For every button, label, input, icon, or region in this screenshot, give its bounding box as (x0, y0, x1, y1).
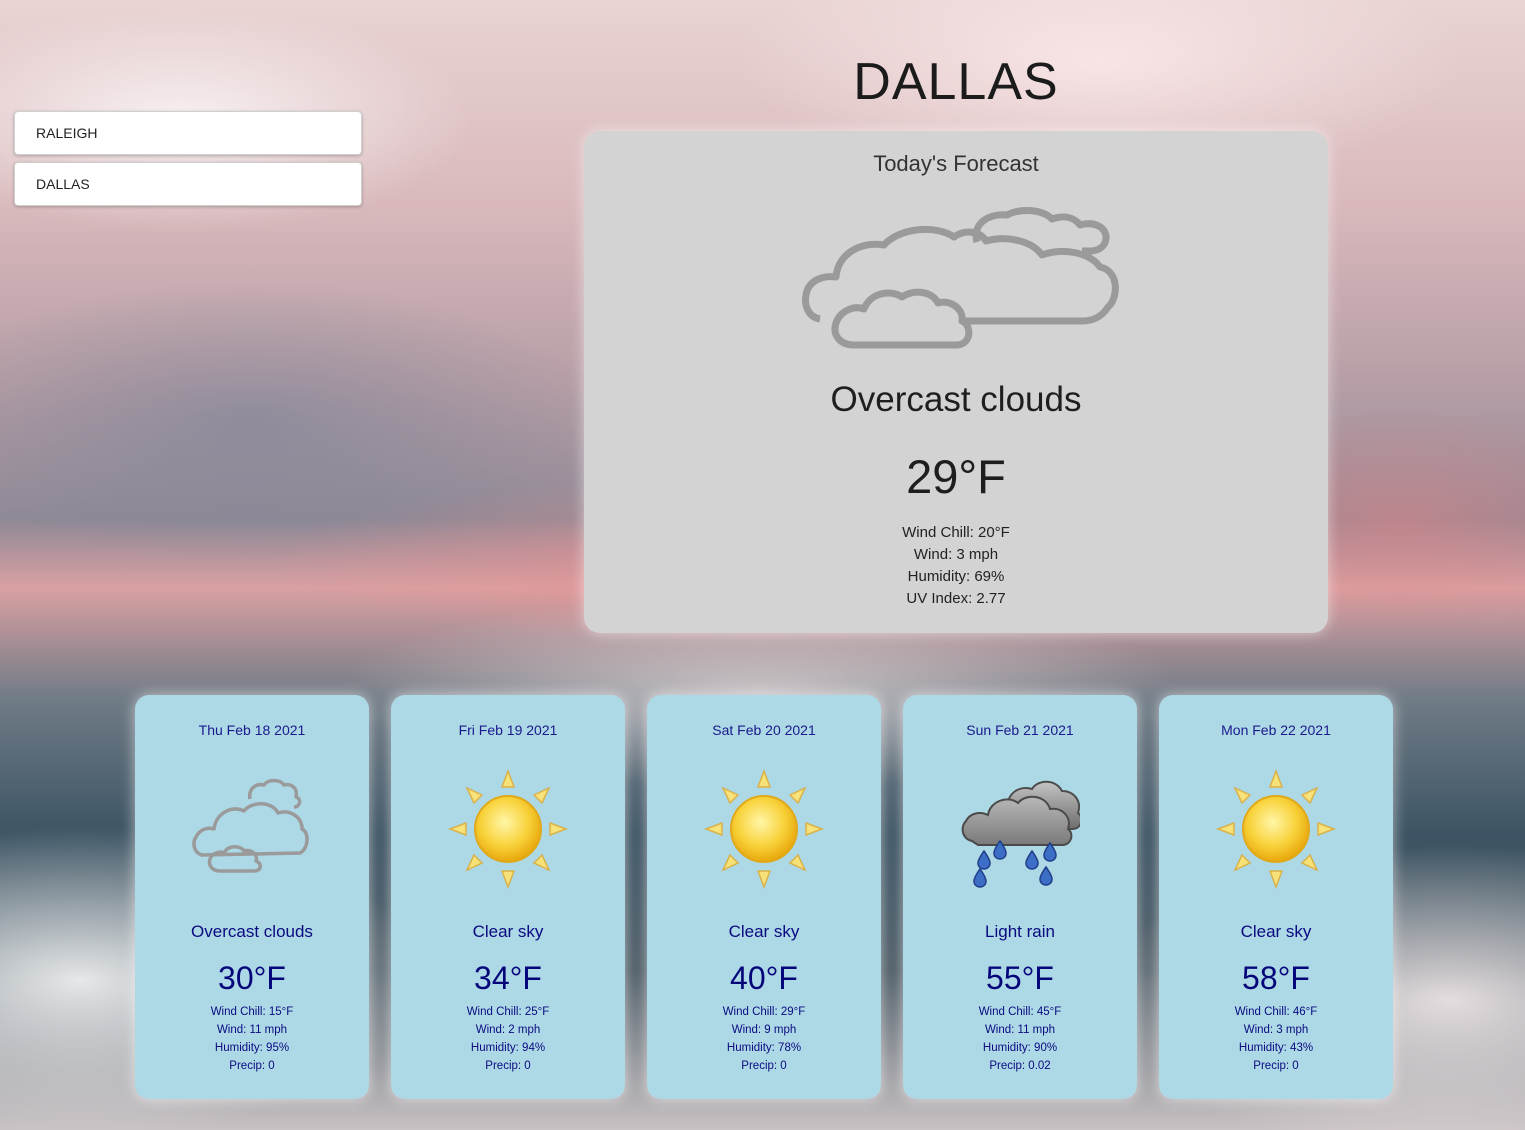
forecast-temperature: 55°F (986, 960, 1054, 996)
forecast-date: Mon Feb 22 2021 (1221, 722, 1331, 738)
today-description: Overcast clouds (830, 380, 1082, 419)
forecast-details: Wind Chill: 15°F Wind: 11 mph Humidity: … (135, 1003, 369, 1075)
forecast-humidity: Humidity: 90% (982, 1042, 1058, 1054)
forecast-precip: Precip: 0 (229, 1060, 275, 1072)
sun-icon (704, 768, 824, 890)
forecast-card: Fri Feb 19 2021 Clear sky 34°F Wind Chil… (391, 695, 625, 1099)
overcast-clouds-icon (802, 207, 1119, 349)
forecast-wind-chill: Wind Chill: 15°F (210, 1006, 294, 1018)
forecast-wind-chill: Wind Chill: 45°F (978, 1006, 1062, 1018)
forecast-wind: Wind: 2 mph (475, 1024, 541, 1036)
forecast-card: Sun Feb 21 2021 Light rain 55°F Wind Chi… (903, 695, 1137, 1099)
forecast-details: Wind Chill: 25°F Wind: 2 mph Humidity: 9… (391, 1003, 625, 1075)
forecast-card: Mon Feb 22 2021 Clear sky 58°F Wind Chil… (1159, 695, 1393, 1099)
forecast-precip: Precip: 0 (485, 1060, 531, 1072)
forecast-date: Sat Feb 20 2021 (712, 722, 816, 738)
today-temperature: 29°F (906, 450, 1006, 503)
city-sidebar: RALEIGH DALLAS (14, 111, 362, 213)
forecast-temperature: 40°F (730, 960, 798, 996)
city-title: DALLAS (853, 53, 1059, 111)
today-forecast-card: Today's Forecast Overcast clouds 29°F Wi… (584, 131, 1328, 633)
forecast-temperature: 58°F (1242, 960, 1310, 996)
forecast-details: Wind Chill: 45°F Wind: 11 mph Humidity: … (903, 1003, 1137, 1075)
forecast-details: Wind Chill: 46°F Wind: 3 mph Humidity: 4… (1159, 1003, 1393, 1075)
city-button-raleigh[interactable]: RALEIGH (14, 111, 362, 155)
forecast-card: Sat Feb 20 2021 Clear sky 40°F Wind Chil… (647, 695, 881, 1099)
forecast-precip: Precip: 0.02 (989, 1060, 1051, 1072)
forecast-date: Thu Feb 18 2021 (198, 722, 306, 738)
forecast-wind: Wind: 11 mph (984, 1024, 1056, 1036)
forecast-humidity: Humidity: 43% (1238, 1042, 1314, 1054)
forecast-wind: Wind: 9 mph (731, 1024, 797, 1036)
today-details: Wind Chill: 20°F Wind: 3 mph Humidity: 6… (584, 522, 1328, 610)
forecast-row: Thu Feb 18 2021 Overcast clouds 30°F Win… (135, 695, 1393, 1099)
forecast-description: Clear sky (472, 922, 544, 941)
forecast-wind-chill: Wind Chill: 29°F (722, 1006, 806, 1018)
forecast-description: Clear sky (1240, 922, 1312, 941)
sun-icon (448, 768, 568, 890)
forecast-humidity: Humidity: 95% (214, 1042, 290, 1054)
forecast-precip: Precip: 0 (1253, 1060, 1299, 1072)
forecast-temperature: 34°F (474, 960, 542, 996)
today-wind: Wind: 3 mph (913, 546, 999, 563)
forecast-wind-chill: Wind Chill: 25°F (466, 1006, 550, 1018)
forecast-description: Light rain (985, 922, 1055, 941)
forecast-temperature: 30°F (218, 960, 286, 996)
forecast-card: Thu Feb 18 2021 Overcast clouds 30°F Win… (135, 695, 369, 1099)
forecast-humidity: Humidity: 78% (726, 1042, 802, 1054)
overcast-clouds-icon (192, 778, 309, 873)
forecast-description: Clear sky (728, 922, 800, 941)
forecast-details: Wind Chill: 29°F Wind: 9 mph Humidity: 7… (647, 1003, 881, 1075)
forecast-date: Sun Feb 21 2021 (966, 722, 1074, 738)
today-uv-index: UV Index: 2.77 (906, 590, 1006, 607)
today-forecast-heading: Today's Forecast (873, 151, 1039, 176)
forecast-wind: Wind: 11 mph (216, 1024, 288, 1036)
forecast-description: Overcast clouds (191, 922, 313, 941)
forecast-wind-chill: Wind Chill: 46°F (1234, 1006, 1318, 1018)
sun-icon (1216, 768, 1336, 890)
forecast-wind: Wind: 3 mph (1243, 1024, 1309, 1036)
city-button-dallas[interactable]: DALLAS (14, 162, 362, 206)
today-humidity: Humidity: 69% (907, 568, 1005, 585)
forecast-date: Fri Feb 19 2021 (458, 722, 558, 738)
today-wind-chill: Wind Chill: 20°F (902, 524, 1010, 541)
forecast-humidity: Humidity: 94% (470, 1042, 546, 1054)
forecast-precip: Precip: 0 (741, 1060, 787, 1072)
rain-cloud-icon (961, 780, 1080, 888)
